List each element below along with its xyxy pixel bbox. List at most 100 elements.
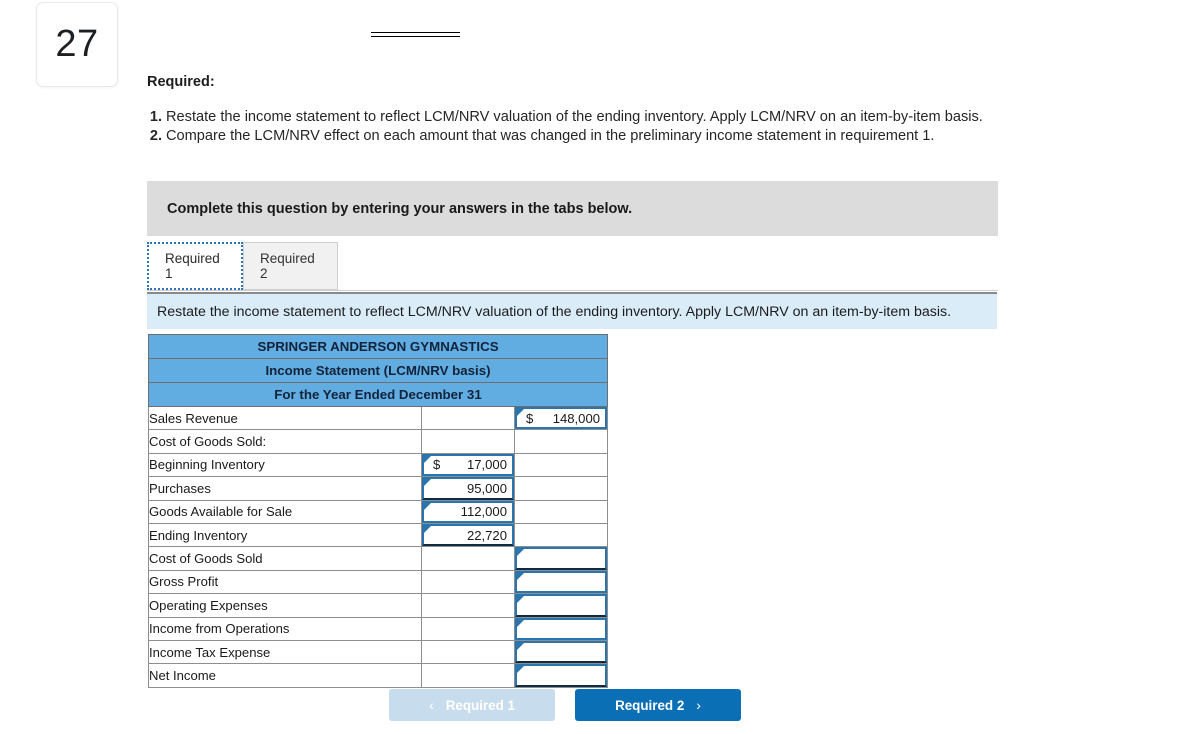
- cell-value: 112,000: [460, 504, 507, 520]
- worksheet-middle-cell: [421, 593, 515, 618]
- worksheet-row-label: Sales Revenue: [148, 405, 422, 431]
- cell-value: 22,720: [466, 527, 507, 543]
- worksheet-right-cell[interactable]: [513, 639, 609, 665]
- worksheet-right-cell: [513, 476, 609, 501]
- tab-required-1[interactable]: Required 1: [147, 242, 243, 290]
- next-requirement-button[interactable]: Required 2 ›: [575, 689, 741, 721]
- prev-requirement-button[interactable]: ‹ Required 1: [389, 689, 555, 721]
- table-row: Income from Operations: [148, 616, 609, 641]
- worksheet-title-row: For the Year Ended December 31: [147, 382, 609, 407]
- worksheet-row-label: Gross Profit: [148, 569, 422, 595]
- worksheet-middle-cell[interactable]: 22,720: [421, 522, 515, 548]
- worksheet-title-cell: For the Year Ended December 31: [147, 382, 609, 407]
- required-heading: Required:: [147, 74, 215, 90]
- rule-line-top: [371, 32, 460, 33]
- cell-corner-marker-icon: [517, 642, 524, 650]
- cell-corner-marker-icon: [424, 479, 431, 487]
- cell-value: 17,000: [466, 457, 507, 473]
- tab-strip: Required 1 Required 2: [147, 242, 998, 291]
- answer-cell-empty[interactable]: [515, 664, 608, 687]
- table-row: Goods Available for Sale 112,000: [148, 499, 609, 524]
- worksheet-row-label: Income Tax Expense: [148, 639, 422, 665]
- worksheet-row-label: Beginning Inventory: [148, 452, 422, 478]
- answer-cell-empty[interactable]: [515, 570, 608, 594]
- currency-symbol: $: [526, 410, 534, 426]
- worksheet-title-cell: Income Statement (LCM/NRV basis): [147, 358, 609, 383]
- double-underline-rule: [371, 32, 460, 38]
- tab-label: Required 1: [165, 251, 220, 281]
- worksheet-right-cell[interactable]: [513, 569, 609, 595]
- prev-requirement-label: Required 1: [445, 697, 515, 713]
- worksheet-right-cell[interactable]: [513, 616, 609, 641]
- answer-cell-empty[interactable]: [515, 617, 608, 640]
- cell-value: 148,000: [552, 410, 601, 426]
- cell-corner-marker-icon: [517, 619, 524, 627]
- worksheet-middle-cell: [421, 616, 515, 641]
- cell-corner-marker-icon: [424, 525, 431, 533]
- table-row: Net Income: [148, 663, 609, 688]
- worksheet-middle-cell: [421, 569, 515, 595]
- worksheet-row-label: Net Income: [148, 663, 422, 688]
- cell-corner-marker-icon: [517, 409, 524, 416]
- table-row: Cost of Goods Sold: [148, 546, 609, 571]
- worksheet-body: SPRINGER ANDERSON GYMNASTICS Income State…: [147, 334, 609, 688]
- worksheet-right-cell: [513, 522, 609, 548]
- worksheet-middle-cell: [421, 429, 515, 454]
- answer-cell-filled[interactable]: 112,000: [422, 500, 514, 523]
- worksheet-middle-cell: [421, 405, 515, 431]
- banner-text: Complete this question by entering your …: [167, 200, 633, 217]
- worksheet-title-row: Income Statement (LCM/NRV basis): [147, 358, 609, 383]
- income-statement-worksheet: SPRINGER ANDERSON GYMNASTICS Income State…: [147, 334, 609, 688]
- worksheet-right-cell[interactable]: [513, 593, 609, 618]
- answer-cell-empty[interactable]: [515, 547, 608, 570]
- required-item-text: Compare the LCM/NRV effect on each amoun…: [166, 127, 935, 144]
- worksheet-right-cell[interactable]: $148,000: [513, 405, 609, 431]
- worksheet-right-cell[interactable]: [513, 546, 609, 571]
- worksheet-row-label: Purchases: [148, 476, 422, 501]
- table-row: Purchases 95,000: [148, 476, 609, 501]
- worksheet-middle-cell: [421, 546, 515, 571]
- worksheet-row-label: Cost of Goods Sold:: [148, 429, 422, 454]
- worksheet-middle-cell[interactable]: 95,000: [421, 476, 515, 501]
- worksheet-middle-cell[interactable]: $17,000: [421, 452, 515, 478]
- required-list: 1. Restate the income statement to reflec…: [147, 108, 1057, 145]
- requirement-instruction-bar: Restate the income statement to reflect …: [147, 292, 997, 329]
- worksheet-right-cell: [513, 452, 609, 478]
- answer-cell-empty[interactable]: [515, 640, 608, 664]
- next-requirement-label: Required 2: [615, 697, 685, 713]
- currency-symbol: $: [433, 457, 441, 473]
- tab-label: Required 2: [260, 251, 315, 281]
- required-item: 2. Compare the LCM/NRV effect on each amo…: [147, 127, 1057, 146]
- worksheet-middle-cell[interactable]: 112,000: [421, 499, 515, 524]
- chevron-right-icon: ›: [696, 697, 701, 713]
- required-item-number: 2.: [149, 127, 162, 144]
- worksheet-right-cell: [513, 499, 609, 524]
- worksheet-right-cell: [513, 429, 609, 454]
- worksheet-title-cell: SPRINGER ANDERSON GYMNASTICS: [147, 334, 609, 359]
- tab-required-2[interactable]: Required 2: [243, 242, 338, 290]
- worksheet-middle-cell: [421, 639, 515, 665]
- required-item-text: Restate the income statement to reflect …: [166, 109, 983, 125]
- table-row: Income Tax Expense: [148, 639, 609, 665]
- worksheet-row-label: Ending Inventory: [148, 522, 422, 548]
- table-row: Operating Expenses: [148, 593, 609, 618]
- answer-cell-filled[interactable]: 22,720: [422, 523, 514, 547]
- worksheet-right-cell[interactable]: [513, 663, 609, 688]
- cell-corner-marker-icon: [424, 502, 431, 510]
- chevron-left-icon: ‹: [429, 697, 434, 713]
- answer-cell-empty[interactable]: [515, 594, 608, 617]
- cell-value: 95,000: [466, 480, 507, 496]
- table-row: Cost of Goods Sold:: [148, 429, 609, 454]
- worksheet-row-label: Income from Operations: [148, 616, 422, 641]
- worksheet-row-label: Goods Available for Sale: [148, 499, 422, 524]
- answer-cell-filled[interactable]: $148,000: [515, 407, 608, 430]
- answer-cell-filled[interactable]: 95,000: [422, 477, 514, 500]
- required-item: 1. Restate the income statement to reflec…: [147, 108, 1057, 127]
- table-row: Ending Inventory 22,720: [148, 522, 609, 548]
- rule-line-bottom: [371, 36, 460, 37]
- worksheet-row-label: Operating Expenses: [148, 593, 422, 618]
- answer-cell-filled[interactable]: $17,000: [422, 453, 514, 477]
- table-row: Sales Revenue $148,000: [148, 405, 609, 431]
- question-number: 27: [55, 23, 99, 65]
- cell-corner-marker-icon: [517, 666, 524, 674]
